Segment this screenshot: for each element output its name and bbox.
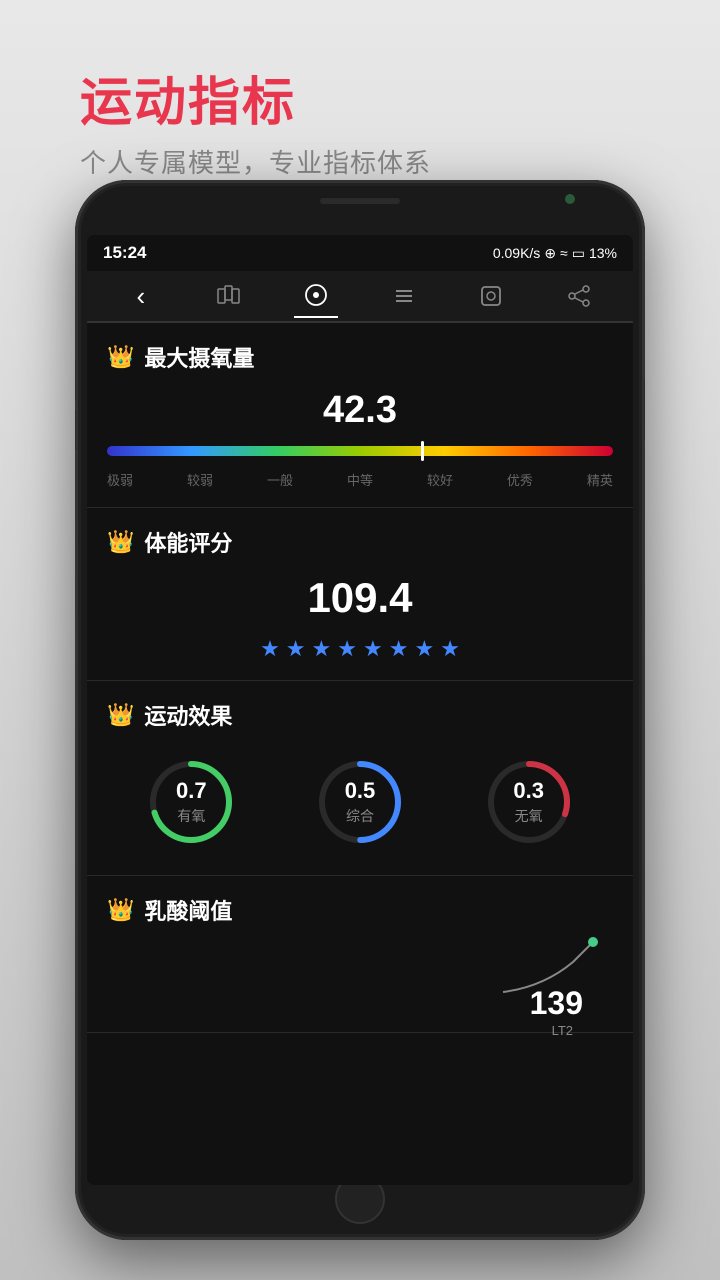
share-nav-item[interactable] (557, 274, 601, 318)
page-subtitle: 个人专属模型，专业指标体系 (80, 143, 431, 180)
stars-row: ★ ★ ★ ★ ★ ★ ★ ★ (107, 636, 613, 662)
label-elite: 精英 (587, 470, 613, 489)
anaerobic-circle-item: 0.3 无氧 (484, 757, 574, 847)
star-8: ★ (440, 636, 460, 662)
map-nav-item[interactable] (206, 274, 250, 318)
anaerobic-circle-inner: 0.3 无氧 (484, 757, 574, 847)
star-5: ★ (363, 636, 383, 662)
fitness-crown-icon: 👑 (107, 529, 134, 555)
label-excellent: 优秀 (507, 470, 533, 489)
network-speed: 0.09K/s (493, 245, 540, 261)
battery-icon: ▭ (572, 245, 585, 262)
aerobic-circle-item: 0.7 有氧 (146, 757, 236, 847)
anaerobic-circle-wrapper: 0.3 无氧 (484, 757, 574, 847)
fitness-title: 体能评分 (144, 526, 232, 558)
spectrum-labels: 极弱 较弱 一般 中等 较好 优秀 精英 (107, 470, 613, 489)
combined-circle-item: 0.5 综合 (315, 757, 405, 847)
star-2: ★ (286, 636, 306, 662)
combined-circle-inner: 0.5 综合 (315, 757, 405, 847)
anaerobic-value: 0.3 (513, 778, 544, 804)
aerobic-label: 有氧 (177, 806, 205, 826)
star-1: ★ (260, 636, 280, 662)
exercise-effect-header: 👑 运动效果 (107, 699, 613, 731)
spectrum-marker (421, 441, 424, 461)
aerobic-value: 0.7 (176, 778, 207, 804)
status-time: 15:24 (103, 243, 146, 263)
label-very-weak: 极弱 (107, 470, 133, 489)
spectrum-bar-container (107, 446, 613, 456)
phone-vol-down-button[interactable] (75, 410, 76, 450)
page-title-area: 运动指标 个人专属模型，专业指标体系 (80, 60, 431, 180)
fitness-header: 👑 体能评分 (107, 526, 613, 558)
status-bar: 15:24 0.09K/s ⊕ ≈ ▭ 13% (87, 235, 633, 271)
signal-icon: ≈ (560, 245, 568, 261)
star-4: ★ (337, 636, 357, 662)
combined-circle-wrapper: 0.5 综合 (315, 757, 405, 847)
label-weak: 较弱 (187, 470, 213, 489)
vo2max-section: 👑 最大摄氧量 42.3 极弱 较弱 一般 中等 较好 优秀 精英 (87, 323, 633, 508)
star-6: ★ (389, 636, 409, 662)
star-7: ★ (414, 636, 434, 662)
phone-camera (565, 194, 575, 204)
lactate-graph-area: 139 LT2 (107, 942, 613, 1022)
dashboard-nav-item[interactable] (294, 274, 338, 318)
aerobic-circle-wrapper: 0.7 有氧 (146, 757, 236, 847)
lactate-header: 👑 乳酸阈值 (107, 894, 613, 926)
exercise-effect-section: 👑 运动效果 0.7 有氧 (87, 681, 633, 876)
aerobic-circle-inner: 0.7 有氧 (146, 757, 236, 847)
lactate-label: LT2 (552, 1023, 573, 1038)
lactate-value: 139 (530, 985, 583, 1022)
vo2max-title: 最大摄氧量 (144, 341, 254, 373)
phone-speaker (320, 198, 400, 204)
lactate-section: 👑 乳酸阈值 139 LT2 (87, 876, 633, 1033)
phone-vol-up-button[interactable] (75, 360, 76, 400)
vo2max-value: 42.3 (107, 389, 613, 432)
battery-percent: 13% (589, 245, 617, 261)
search-nav-item[interactable] (469, 274, 513, 318)
list-nav-item[interactable] (382, 274, 426, 318)
phone-screen: 15:24 0.09K/s ⊕ ≈ ▭ 13% ‹ (87, 235, 633, 1185)
anaerobic-label: 无氧 (515, 806, 543, 826)
combined-label: 综合 (346, 806, 374, 826)
circles-row: 0.7 有氧 0.5 (107, 747, 613, 857)
nav-bar: ‹ (87, 271, 633, 323)
back-button[interactable]: ‹ (119, 274, 163, 318)
label-good: 较好 (427, 470, 453, 489)
label-normal: 一般 (267, 470, 293, 489)
phone-frame: 15:24 0.09K/s ⊕ ≈ ▭ 13% ‹ (75, 180, 645, 1240)
phone-power-button[interactable] (644, 380, 645, 440)
vo2max-crown-icon: 👑 (107, 344, 134, 370)
star-3: ★ (312, 636, 332, 662)
lactate-title: 乳酸阈值 (144, 894, 232, 926)
exercise-effect-title: 运动效果 (144, 699, 232, 731)
wifi-icon: ⊕ (544, 245, 556, 262)
vo2max-header: 👑 最大摄氧量 (107, 341, 613, 373)
label-medium: 中等 (347, 470, 373, 489)
exercise-crown-icon: 👑 (107, 702, 134, 728)
lactate-crown-icon: 👑 (107, 897, 134, 923)
spectrum-bar (107, 446, 613, 456)
combined-value: 0.5 (345, 778, 376, 804)
fitness-value: 109.4 (107, 574, 613, 622)
fitness-section: 👑 体能评分 109.4 ★ ★ ★ ★ ★ ★ ★ ★ (87, 508, 633, 681)
page-title: 运动指标 (80, 60, 431, 135)
screen-content[interactable]: 👑 最大摄氧量 42.3 极弱 较弱 一般 中等 较好 优秀 精英 (87, 323, 633, 1185)
status-right: 0.09K/s ⊕ ≈ ▭ 13% (493, 245, 617, 262)
